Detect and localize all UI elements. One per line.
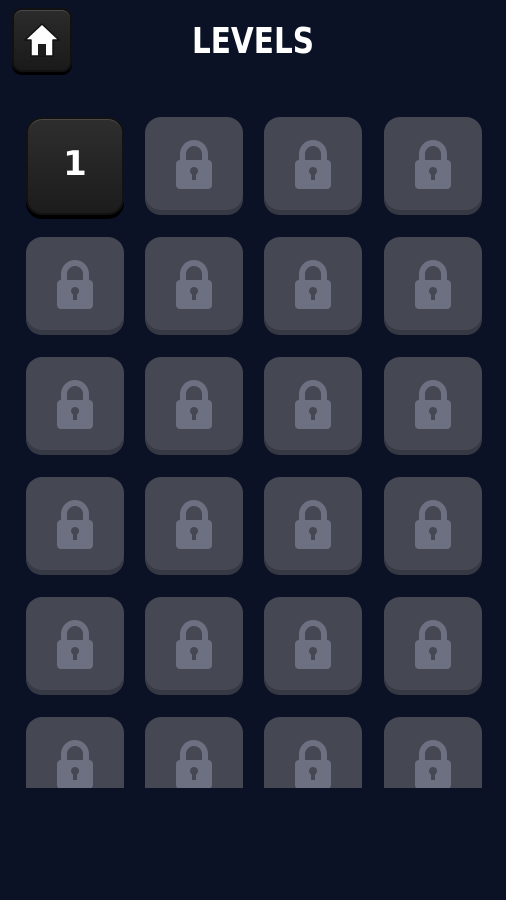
level-tile-locked[interactable] [264,597,362,695]
lock-icon [415,260,451,309]
level-tile-locked[interactable] [145,237,243,335]
level-tile-locked[interactable] [145,357,243,455]
level-grid[interactable]: 1 [0,115,506,788]
lock-icon [295,500,331,549]
lock-icon [295,260,331,309]
lock-icon [176,140,212,189]
level-tile-locked[interactable] [145,717,243,788]
lock-icon [57,500,93,549]
lock-icon [57,620,93,669]
level-tile-locked[interactable] [264,357,362,455]
lock-icon [176,500,212,549]
level-tile-locked[interactable] [26,357,124,455]
lock-icon [295,740,331,788]
lock-icon [295,380,331,429]
lock-icon [176,620,212,669]
level-tile-locked[interactable] [384,357,482,455]
lock-icon [415,140,451,189]
level-tile-locked[interactable] [264,717,362,788]
lock-icon [415,380,451,429]
lock-icon [295,140,331,189]
lock-icon [176,740,212,788]
level-tile-locked[interactable] [145,117,243,215]
lock-icon [415,620,451,669]
lock-icon [57,740,93,788]
lock-icon [176,380,212,429]
level-tile-locked[interactable] [264,237,362,335]
lock-icon [415,500,451,549]
lock-icon [176,260,212,309]
page-title: LEVELS [191,21,315,62]
level-tile-locked[interactable] [26,237,124,335]
lock-icon [415,740,451,788]
lock-icon [57,380,93,429]
level-tile-locked[interactable] [145,477,243,575]
lock-icon [295,620,331,669]
level-tile-locked[interactable] [384,597,482,695]
level-tile-1[interactable]: 1 [26,117,124,215]
level-tile-locked[interactable] [26,717,124,788]
level-tile-locked[interactable] [384,237,482,335]
level-tile-locked[interactable] [264,117,362,215]
lock-icon [57,260,93,309]
level-tile-locked[interactable] [145,597,243,695]
level-tile-locked[interactable] [26,597,124,695]
level-tile-locked[interactable] [264,477,362,575]
level-number: 1 [63,144,87,184]
level-tile-locked[interactable] [384,477,482,575]
level-tile-locked[interactable] [384,717,482,788]
level-tile-locked[interactable] [384,117,482,215]
level-tile-locked[interactable] [26,477,124,575]
